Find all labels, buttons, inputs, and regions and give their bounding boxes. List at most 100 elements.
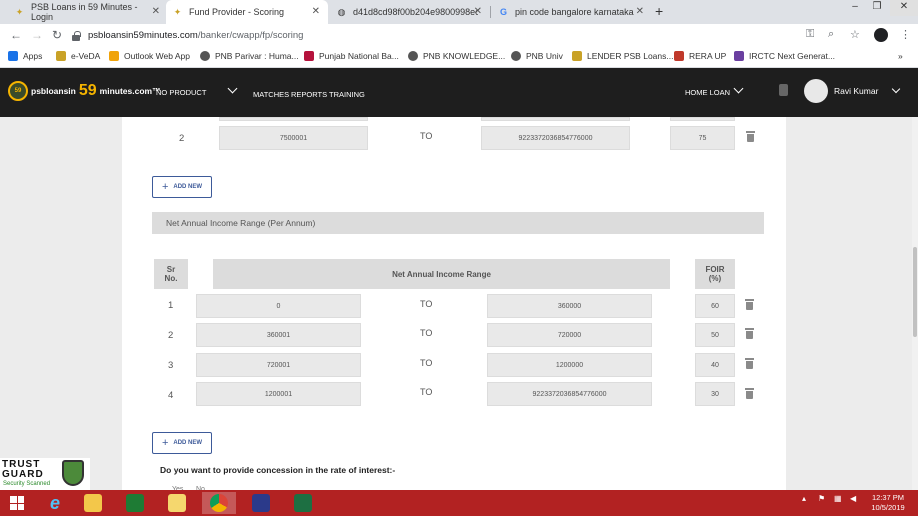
tab-title: PSB Loans in 59 Minutes - Login xyxy=(31,2,138,22)
star-icon[interactable]: ☆ xyxy=(850,28,860,41)
browser-tab-scoring[interactable]: ✦ Fund Provider - Scoring ✕ xyxy=(166,0,328,24)
foir-input[interactable]: 40 xyxy=(695,353,735,377)
browser-tab-hash[interactable]: ◍ d41d8cd98f00b204e9800998ecf ✕ xyxy=(330,0,490,24)
add-new-button[interactable]: + ADD NEW xyxy=(152,176,212,198)
bookmark-outlook[interactable]: Outlook Web App xyxy=(109,51,190,61)
url-path: /banker/cwapp/fp/scoring xyxy=(197,29,304,41)
start-button[interactable] xyxy=(0,492,34,514)
browser-tab-google[interactable]: G pin code bangalore karnataka PI ✕ xyxy=(492,0,652,24)
range-from-input[interactable]: 7500001 xyxy=(219,126,368,150)
new-tab-icon[interactable]: + xyxy=(655,3,663,19)
delete-icon[interactable] xyxy=(745,388,754,399)
user-name[interactable]: Ravi Kumar xyxy=(834,86,878,96)
explorer-button[interactable] xyxy=(76,492,110,514)
flag-icon[interactable]: ⚑ xyxy=(818,494,825,503)
product-select[interactable]: NO PRODUCT xyxy=(156,88,206,97)
restore-icon[interactable]: ❐ xyxy=(866,0,888,16)
trust-guard-seal[interactable]: TRUST GUARD Security Scanned xyxy=(0,458,90,490)
delete-icon[interactable] xyxy=(745,299,754,310)
back-icon[interactable]: ← xyxy=(10,28,22,42)
income-to-input[interactable]: 9223372036854776000 xyxy=(487,382,652,406)
chrome-button[interactable] xyxy=(202,492,236,514)
chevron-down-icon[interactable] xyxy=(733,83,744,94)
bookmarks-overflow-icon[interactable]: » xyxy=(898,51,903,61)
delete-icon[interactable] xyxy=(746,131,755,142)
scrollbar-thumb[interactable] xyxy=(913,247,917,337)
notes-icon xyxy=(168,494,186,512)
income-from-input[interactable]: 1200001 xyxy=(196,382,361,406)
loan-type-select[interactable]: HOME LOAN xyxy=(685,88,730,97)
row-number: 2 xyxy=(168,330,174,341)
bookmark-apps[interactable]: Apps xyxy=(8,51,42,61)
url-field[interactable]: psbloansin59minutes.com/banker/cwapp/fp/… xyxy=(72,26,852,44)
window-close-icon[interactable]: ✕ xyxy=(890,0,918,16)
bookmark-lender[interactable]: LENDER PSB Loans... xyxy=(572,51,673,61)
app-button[interactable] xyxy=(244,492,278,514)
bookmark-eveda[interactable]: e-VeDA xyxy=(56,51,100,61)
excel-button[interactable] xyxy=(286,492,320,514)
apps-grid-icon xyxy=(8,51,18,61)
income-to-input[interactable]: 720000 xyxy=(487,323,652,347)
header-income-range: Net Annual Income Range xyxy=(213,259,670,289)
close-icon[interactable]: ✕ xyxy=(636,6,644,17)
volume-icon[interactable]: ◀ xyxy=(850,494,856,503)
key-icon[interactable]: ⚿ xyxy=(806,28,814,41)
profile-icon[interactable] xyxy=(874,28,888,42)
income-from-input[interactable]: 0 xyxy=(196,294,361,318)
income-from-input[interactable]: 360001 xyxy=(196,323,361,347)
bookmark-pnb-parivar[interactable]: PNB Parivar : Huma... xyxy=(200,51,299,61)
nav-training[interactable]: TRAINING xyxy=(329,90,365,99)
taskbar-clock[interactable]: 12:37 PM 10/5/2019 xyxy=(864,493,912,513)
logo-text-2: 59 xyxy=(78,82,97,99)
bookmark-pnb-knowledge[interactable]: PNB KNOWLEDGE... xyxy=(408,51,505,61)
app-icon xyxy=(252,494,270,512)
add-new-label: ADD NEW xyxy=(173,440,203,446)
tray-chevron-icon[interactable]: ▴ xyxy=(802,494,806,503)
close-icon[interactable]: ✕ xyxy=(152,6,160,17)
bookmark-label: LENDER PSB Loans... xyxy=(587,51,674,61)
tg-line2: GUARD xyxy=(2,469,44,480)
bookmarks-bar: Apps e-VeDA Outlook Web App PNB Parivar … xyxy=(0,46,918,68)
bookmark-rera[interactable]: RERA UP xyxy=(674,51,726,61)
tab-title: Fund Provider - Scoring xyxy=(189,7,285,17)
zoom-icon[interactable]: ⌕ xyxy=(828,28,834,41)
close-icon[interactable]: ✕ xyxy=(474,6,482,17)
psb-logo[interactable]: 59 psbloansin 59 minutes.com™ xyxy=(8,81,161,101)
reload-icon[interactable]: ↻ xyxy=(52,28,62,42)
foir-input[interactable]: 30 xyxy=(695,382,735,406)
ie-button[interactable]: e xyxy=(38,492,72,514)
bookmark-pnb-univ[interactable]: PNB Univ xyxy=(511,51,563,61)
income-to-input[interactable]: 1200000 xyxy=(487,353,652,377)
range-to-input[interactable]: 9223372036854776000 xyxy=(481,126,630,150)
avatar[interactable] xyxy=(804,79,828,103)
notification-icon[interactable] xyxy=(779,84,788,96)
income-from-input[interactable]: 720001 xyxy=(196,353,361,377)
delete-icon[interactable] xyxy=(745,328,754,339)
menu-dots-icon[interactable]: ⋮ xyxy=(900,28,911,41)
chevron-down-icon[interactable] xyxy=(227,83,238,94)
header-foir: FOIR (%) xyxy=(695,259,735,289)
tg-subtitle: Security Scanned xyxy=(3,481,51,487)
network-icon[interactable]: ▦ xyxy=(834,494,842,503)
minimize-icon[interactable]: – xyxy=(844,0,866,16)
add-new-button[interactable]: + ADD NEW xyxy=(152,432,212,454)
nav-matches[interactable]: MATCHES xyxy=(253,90,289,99)
notes-button[interactable] xyxy=(160,492,194,514)
to-label: TO xyxy=(420,387,433,397)
chevron-down-icon[interactable] xyxy=(891,84,901,94)
foir-input[interactable]: 60 xyxy=(695,294,735,318)
foir-input[interactable]: 50 xyxy=(695,323,735,347)
close-icon[interactable]: ✕ xyxy=(312,6,320,17)
bookmark-irctc[interactable]: IRCTC Next Generat... xyxy=(734,51,835,61)
windows-taskbar: e ▴ ⚑ ▦ ◀ xyxy=(0,490,918,516)
income-to-input[interactable]: 360000 xyxy=(487,294,652,318)
bookmark-pnb-bank[interactable]: Punjab National Ba... xyxy=(304,51,399,61)
store-button[interactable] xyxy=(118,492,152,514)
value-input[interactable]: 75 xyxy=(670,126,735,150)
logo-text-1: psbloansin xyxy=(31,86,76,96)
delete-icon[interactable] xyxy=(745,358,754,369)
page-scrollbar[interactable] xyxy=(912,117,918,490)
browser-tab-login[interactable]: ✦ PSB Loans in 59 Minutes - Login ✕ xyxy=(8,0,168,24)
nav-reports[interactable]: REPORTS xyxy=(291,90,327,99)
forward-icon[interactable]: → xyxy=(31,28,43,42)
